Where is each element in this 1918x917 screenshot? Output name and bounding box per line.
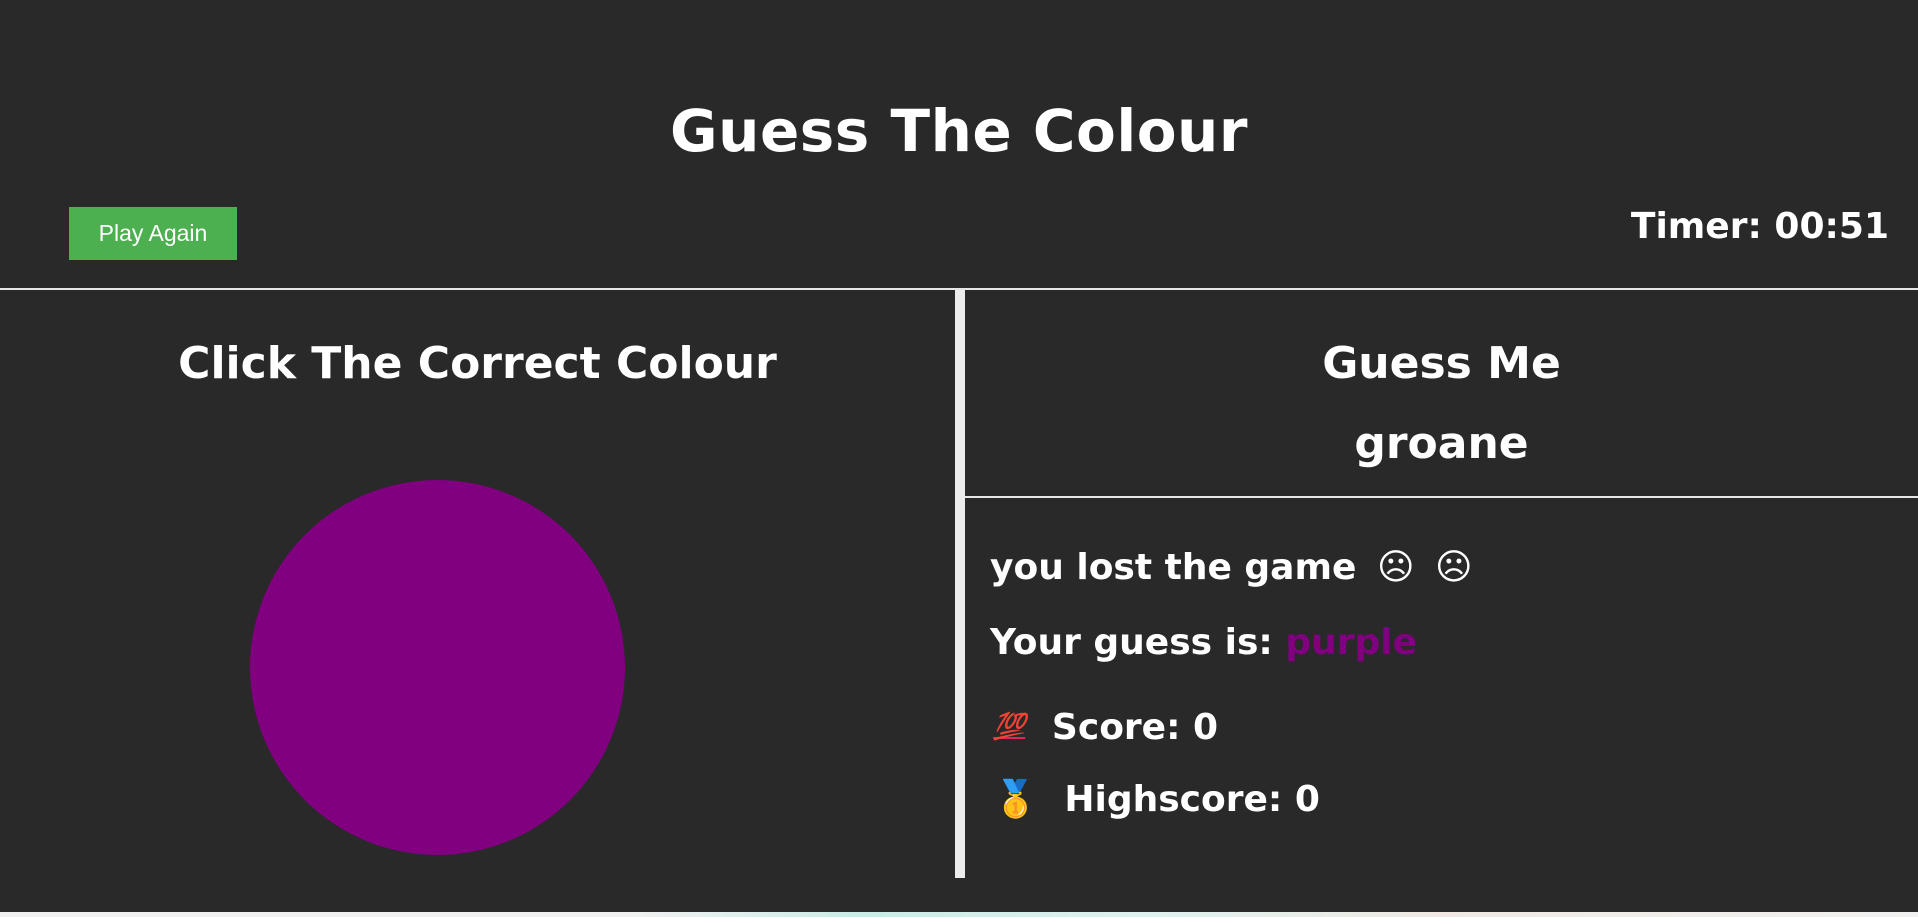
guess-prefix: Your guess is: bbox=[990, 622, 1273, 663]
game-app: Guess The Colour Play Again Timer: 00:51… bbox=[0, 0, 1918, 912]
your-guess-line: Your guess is: purple bbox=[990, 618, 1417, 668]
hundred-points-icon: 💯 bbox=[993, 712, 1026, 742]
game-status-message: you lost the game ☹ ☹ bbox=[990, 543, 1473, 593]
play-again-button[interactable]: Play Again bbox=[69, 207, 237, 260]
status-text: you lost the game bbox=[990, 547, 1357, 588]
score-display: 💯 Score: 0 bbox=[993, 702, 1218, 753]
score-text: Score: 0 bbox=[1051, 707, 1219, 748]
sad-face-icon: ☹ bbox=[1376, 547, 1415, 588]
guess-me-label: Guess Me bbox=[1322, 338, 1561, 389]
highscore-text: Highscore: 0 bbox=[1064, 779, 1320, 820]
colour-choice-circle[interactable] bbox=[250, 480, 625, 855]
target-colour-word: groane bbox=[1354, 418, 1529, 469]
panel-divider bbox=[955, 290, 965, 878]
highscore-display: 🥇 Highscore: 0 bbox=[993, 775, 1320, 825]
guess-value: purple bbox=[1285, 622, 1418, 663]
game-title: Guess The Colour bbox=[670, 96, 1248, 165]
gold-medal-icon: 🥇 bbox=[993, 779, 1038, 820]
bottom-edge-strip bbox=[0, 912, 1918, 917]
instruction-heading: Click The Correct Colour bbox=[178, 338, 777, 389]
timer-display: Timer: 00:51 bbox=[1630, 206, 1889, 247]
sad-face-icon: ☹ bbox=[1435, 547, 1473, 588]
guess-section-divider bbox=[965, 496, 1918, 498]
